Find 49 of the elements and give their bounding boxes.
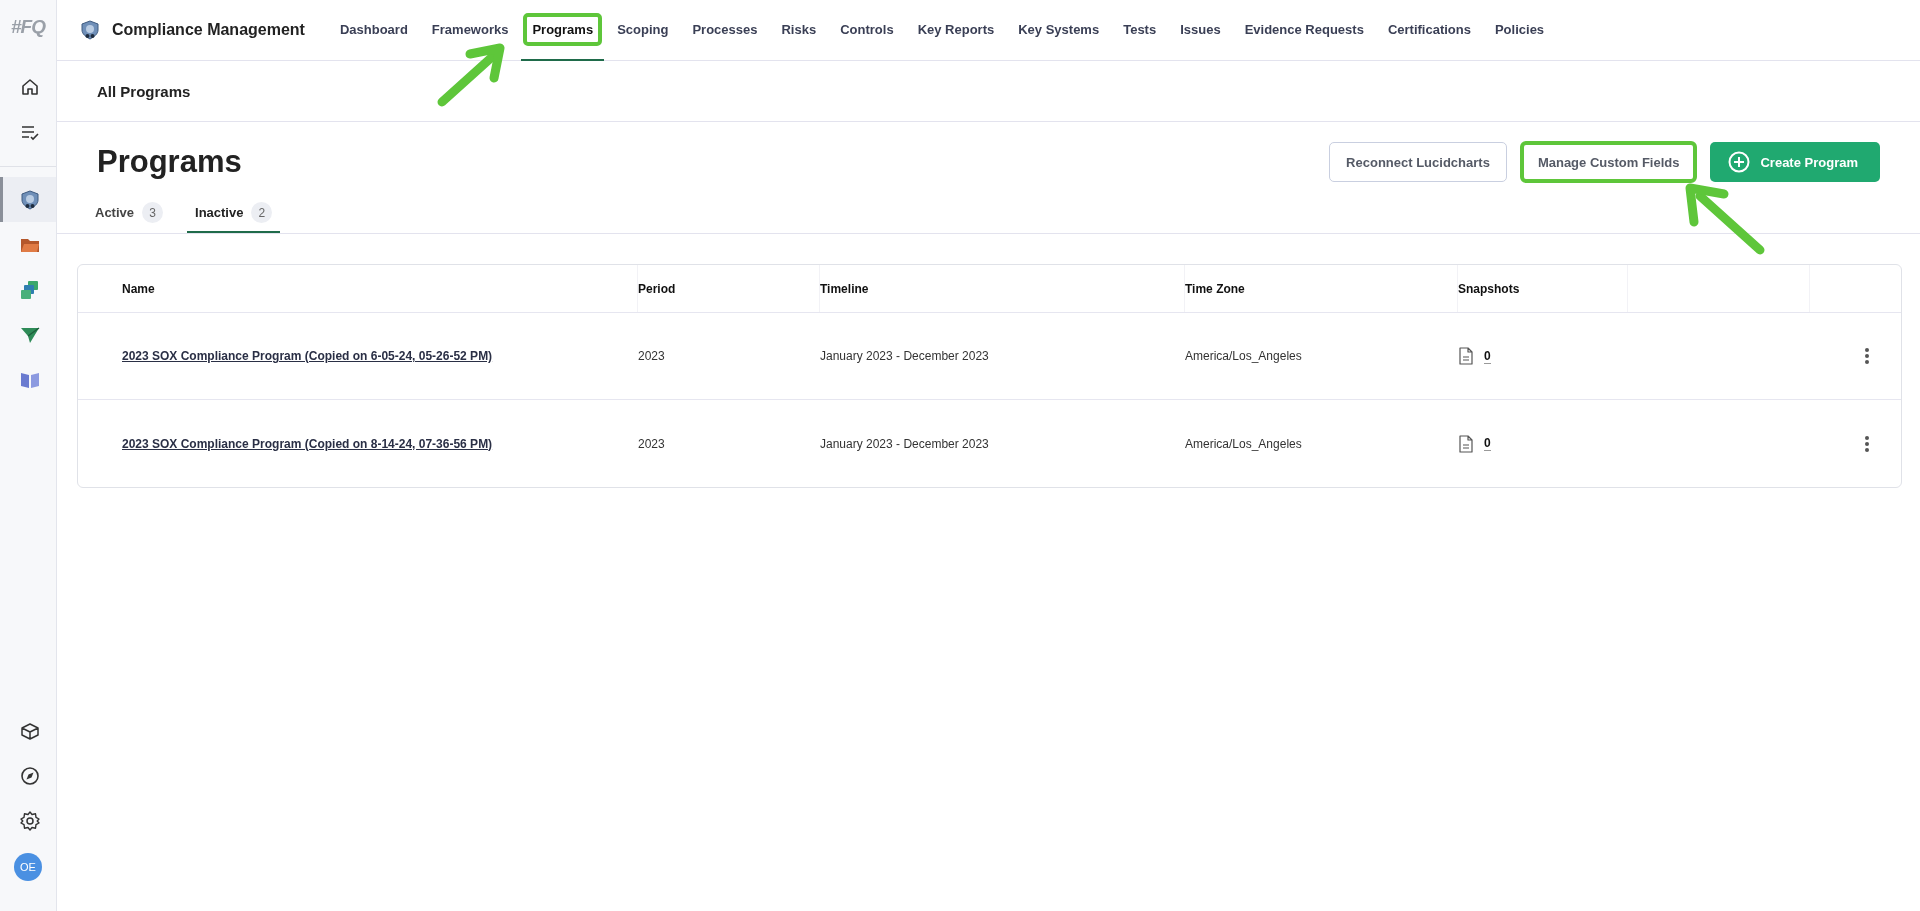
nav-link[interactable]: Policies (1483, 0, 1556, 61)
app-title: Compliance Management (112, 21, 305, 39)
sidebar-item[interactable] (0, 177, 56, 222)
program-link[interactable]: 2023 SOX Compliance Program (Copied on 6-05-24, 05-26-52 PM) (122, 349, 493, 363)
nav-link[interactable]: Evidence Requests (1233, 0, 1375, 61)
count-badge: 3 (142, 202, 164, 223)
status-tab[interactable]: Active 3 (87, 202, 172, 233)
program-link[interactable]: 2023 SOX Compliance Program (Copied on 8-14-24, 07-36-56 PM) (122, 436, 493, 451)
settings-icon (18, 809, 41, 832)
action-button[interactable]: Manage Custom Fields (1520, 142, 1697, 182)
page-title: Programs (97, 144, 242, 180)
nav-link[interactable]: Risks (770, 0, 828, 61)
shield-icon (79, 19, 101, 41)
breadcrumb: All Programs (97, 82, 191, 100)
count-badge: 2 (251, 202, 273, 223)
column-header: Snapshots (1458, 265, 1628, 312)
table-cell-text: January 2023 - December 2023 (820, 348, 990, 365)
table-cell-text: America/Los_Angeles (1185, 348, 1303, 365)
column-header: Period (638, 265, 820, 312)
table-cell-text: January 2023 - December 2023 (820, 435, 990, 453)
nav-link[interactable]: Tests (1112, 0, 1168, 61)
stacked-squares-icon (18, 278, 41, 301)
nav-link[interactable]: Processes (681, 0, 769, 61)
compass-icon (18, 764, 41, 787)
table-cell-text: 2023 (638, 435, 666, 453)
nav-link[interactable]: Frameworks (420, 0, 520, 61)
action-button[interactable]: Reconnect Lucidcharts (1329, 142, 1507, 182)
column-header: Time Zone (1185, 265, 1458, 312)
snapshot-count-link[interactable]: 0 (1484, 348, 1491, 364)
nav-link[interactable]: Scoping (606, 0, 680, 61)
document-icon (1458, 347, 1474, 365)
status-tab[interactable]: Inactive 2 (187, 202, 281, 233)
column-header: Timeline (820, 265, 1185, 312)
nav-link[interactable]: Certifications (1376, 0, 1482, 61)
nav-link[interactable]: Key Systems (1007, 0, 1111, 61)
more-options-button[interactable] (1863, 434, 1871, 453)
snapshot-count-link[interactable]: 0 (1484, 436, 1491, 451)
table-cell-text: America/Los_Angeles (1185, 435, 1303, 453)
nav-link[interactable]: Dashboard (328, 0, 419, 61)
column-header: Name (78, 265, 638, 312)
more-options-button[interactable] (1863, 347, 1871, 365)
nav-link[interactable]: Key Reports (906, 0, 1006, 61)
table-cell-text: 2023 (638, 348, 666, 365)
nav-link[interactable]: Controls (829, 0, 905, 61)
shield-icon (18, 188, 41, 211)
nav-link[interactable]: Programs (521, 0, 605, 61)
plus-circle-icon (1728, 151, 1751, 173)
nav-link[interactable]: Issues (1169, 0, 1232, 61)
document-icon (1458, 434, 1474, 453)
